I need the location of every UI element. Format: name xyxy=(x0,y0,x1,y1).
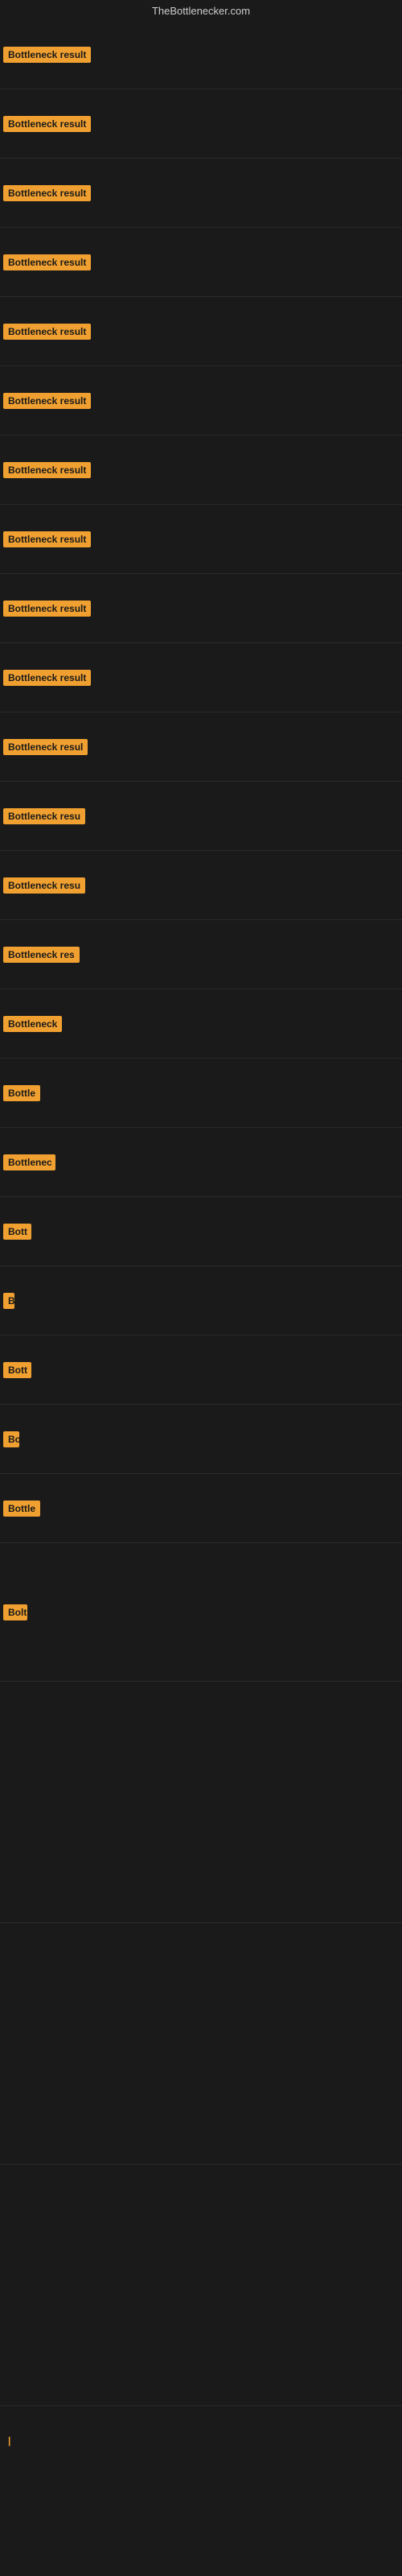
result-row-14: Bottleneck res xyxy=(0,920,402,989)
bottleneck-badge-17[interactable]: Bottlenec xyxy=(3,1154,55,1170)
result-row-7: Bottleneck result xyxy=(0,436,402,505)
result-row-15: Bottleneck xyxy=(0,989,402,1059)
bottleneck-badge-5[interactable]: Bottleneck result xyxy=(3,324,91,340)
result-row-18: Bott xyxy=(0,1197,402,1266)
bottleneck-badge-final[interactable]: | xyxy=(3,2433,13,2449)
bottleneck-badge-9[interactable]: Bottleneck result xyxy=(3,601,91,617)
result-row-23: Bolt xyxy=(0,1543,402,1682)
bottleneck-badge-23[interactable]: Bolt xyxy=(3,1604,27,1620)
bottleneck-badge-6[interactable]: Bottleneck result xyxy=(3,393,91,409)
empty-section-1 xyxy=(0,1682,402,1923)
result-row-final: | xyxy=(0,2406,402,2475)
result-row-8: Bottleneck result xyxy=(0,505,402,574)
result-row-6: Bottleneck result xyxy=(0,366,402,436)
bottleneck-badge-12[interactable]: Bottleneck resu xyxy=(3,808,85,824)
result-row-19: B xyxy=(0,1266,402,1335)
bottleneck-badge-18[interactable]: Bott xyxy=(3,1224,31,1240)
site-header: TheBottlenecker.com xyxy=(0,0,402,20)
bottleneck-badge-19[interactable]: B xyxy=(3,1293,14,1309)
bottleneck-badge-1[interactable]: Bottleneck result xyxy=(3,47,91,63)
result-row-13: Bottleneck resu xyxy=(0,851,402,920)
result-row-22: Bottle xyxy=(0,1474,402,1543)
result-row-9: Bottleneck result xyxy=(0,574,402,643)
bottleneck-badge-8[interactable]: Bottleneck result xyxy=(3,531,91,547)
result-row-5: Bottleneck result xyxy=(0,297,402,366)
bottleneck-badge-20[interactable]: Bott xyxy=(3,1362,31,1378)
bottleneck-badge-4[interactable]: Bottleneck result xyxy=(3,254,91,270)
bottleneck-badge-21[interactable]: Bo xyxy=(3,1431,19,1447)
bottleneck-badge-13[interactable]: Bottleneck resu xyxy=(3,877,85,894)
result-row-12: Bottleneck resu xyxy=(0,782,402,851)
result-row-4: Bottleneck result xyxy=(0,228,402,297)
result-row-21: Bo xyxy=(0,1405,402,1474)
bottleneck-badge-14[interactable]: Bottleneck res xyxy=(3,947,80,963)
bottleneck-badge-2[interactable]: Bottleneck result xyxy=(3,116,91,132)
bottleneck-badge-7[interactable]: Bottleneck result xyxy=(3,462,91,478)
result-row-1: Bottleneck result xyxy=(0,20,402,89)
result-row-3: Bottleneck result xyxy=(0,159,402,228)
bottleneck-badge-16[interactable]: Bottle xyxy=(3,1085,40,1101)
result-row-10: Bottleneck result xyxy=(0,643,402,712)
bottleneck-badge-11[interactable]: Bottleneck resul xyxy=(3,739,88,755)
bottleneck-badge-3[interactable]: Bottleneck result xyxy=(3,185,91,201)
result-row-11: Bottleneck resul xyxy=(0,712,402,782)
result-row-20: Bott xyxy=(0,1335,402,1405)
page-wrapper: TheBottlenecker.com Bottleneck result Bo… xyxy=(0,0,402,2576)
bottleneck-badge-22[interactable]: Bottle xyxy=(3,1501,40,1517)
empty-section-2 xyxy=(0,1923,402,2165)
result-row-16: Bottle xyxy=(0,1059,402,1128)
empty-section-3 xyxy=(0,2165,402,2406)
result-row-17: Bottlenec xyxy=(0,1128,402,1197)
bottleneck-badge-15[interactable]: Bottleneck xyxy=(3,1016,62,1032)
result-row-2: Bottleneck result xyxy=(0,89,402,159)
bottleneck-badge-10[interactable]: Bottleneck result xyxy=(3,670,91,686)
